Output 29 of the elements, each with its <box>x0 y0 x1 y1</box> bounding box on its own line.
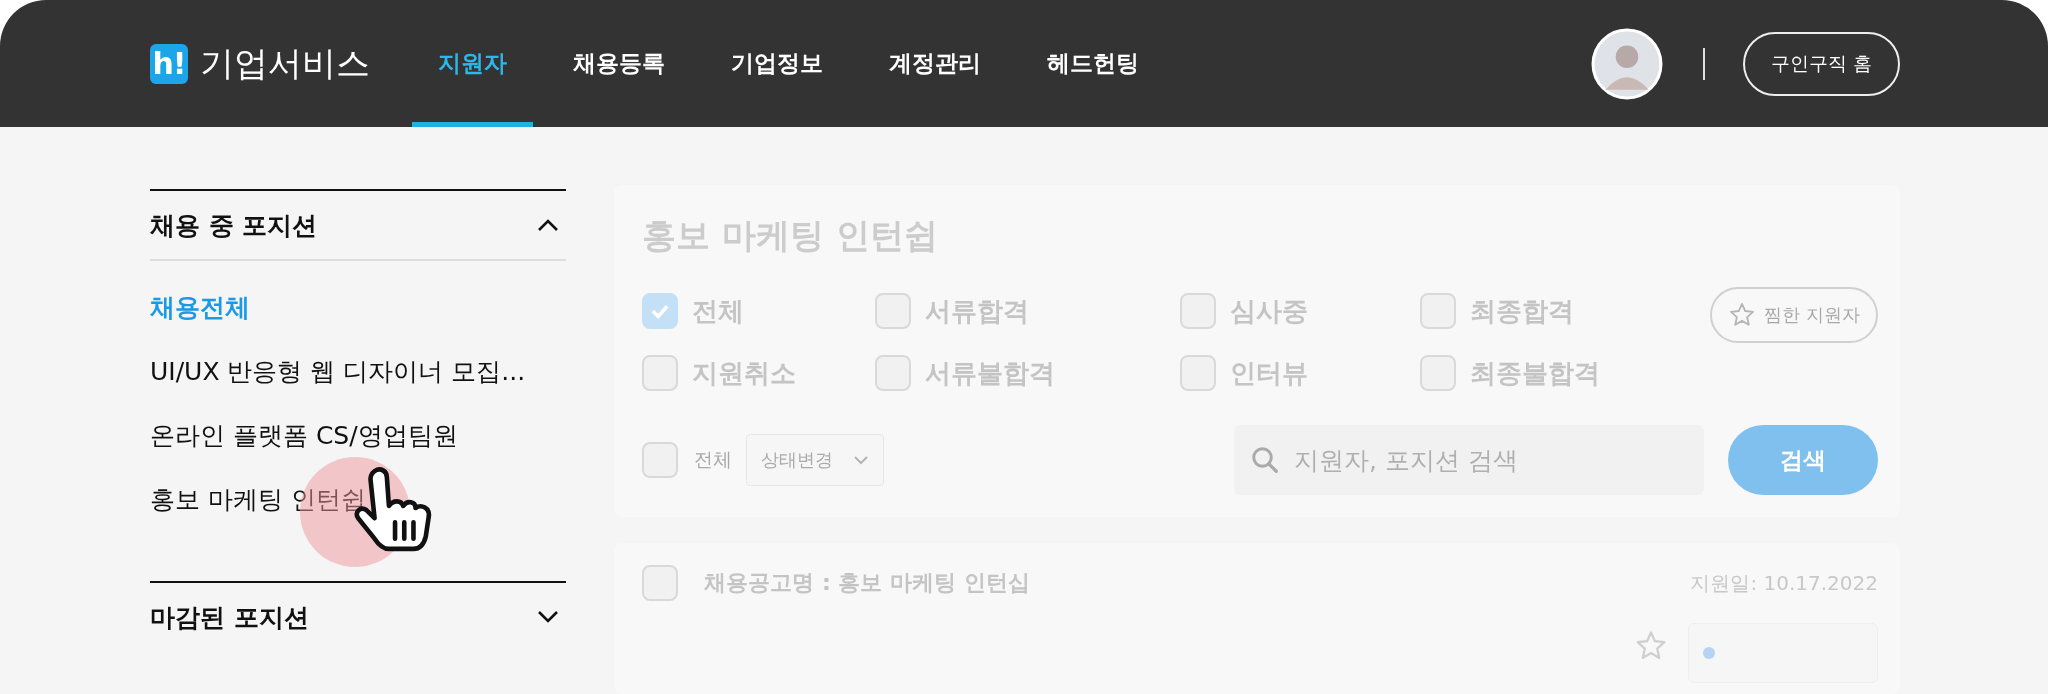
search-field[interactable]: 지원자, 포지션 검색 <box>1234 425 1704 495</box>
select-all-label: 전체 <box>694 447 733 472</box>
checkbox[interactable] <box>1420 293 1457 329</box>
search-icon <box>1250 445 1280 475</box>
nav-tab[interactable]: 채용등록 <box>547 0 691 127</box>
chevron-down-icon <box>853 455 870 465</box>
chevron-down-icon <box>536 610 561 624</box>
checkbox[interactable] <box>642 565 679 601</box>
checkbox[interactable] <box>1420 355 1457 391</box>
nav-tab[interactable]: 기업정보 <box>705 0 849 127</box>
section-header[interactable]: 마감된 포지션 <box>150 583 567 651</box>
sidebar-item[interactable]: UI/UX 반응형 웹 디자이너 모집... <box>150 339 567 403</box>
nav-tab[interactable]: 계정관리 <box>863 0 1007 127</box>
checkbox[interactable] <box>875 293 912 329</box>
logo-text[interactable]: 기업서비스 <box>200 40 370 87</box>
star-icon <box>1728 301 1757 329</box>
checkbox[interactable] <box>875 355 912 391</box>
checkbox[interactable] <box>1180 293 1217 329</box>
sidebar-item[interactable]: 온라인 플랫폼 CS/영업팀원 <box>150 403 567 467</box>
status-select[interactable] <box>1688 623 1878 683</box>
home-button[interactable]: 구인구직 홈 <box>1742 31 1900 96</box>
checkbox[interactable] <box>642 442 679 478</box>
section-header[interactable]: 채용 중 포지션 <box>150 191 567 259</box>
nav-tab[interactable]: 헤드헌팅 <box>1021 0 1165 127</box>
checkbox[interactable] <box>642 355 679 391</box>
sidebar-item[interactable]: 홍보 마케팅 인턴쉽 <box>150 467 567 531</box>
checkbox[interactable] <box>642 293 679 329</box>
checkbox[interactable] <box>1180 355 1217 391</box>
avatar-icon[interactable] <box>1590 27 1663 100</box>
